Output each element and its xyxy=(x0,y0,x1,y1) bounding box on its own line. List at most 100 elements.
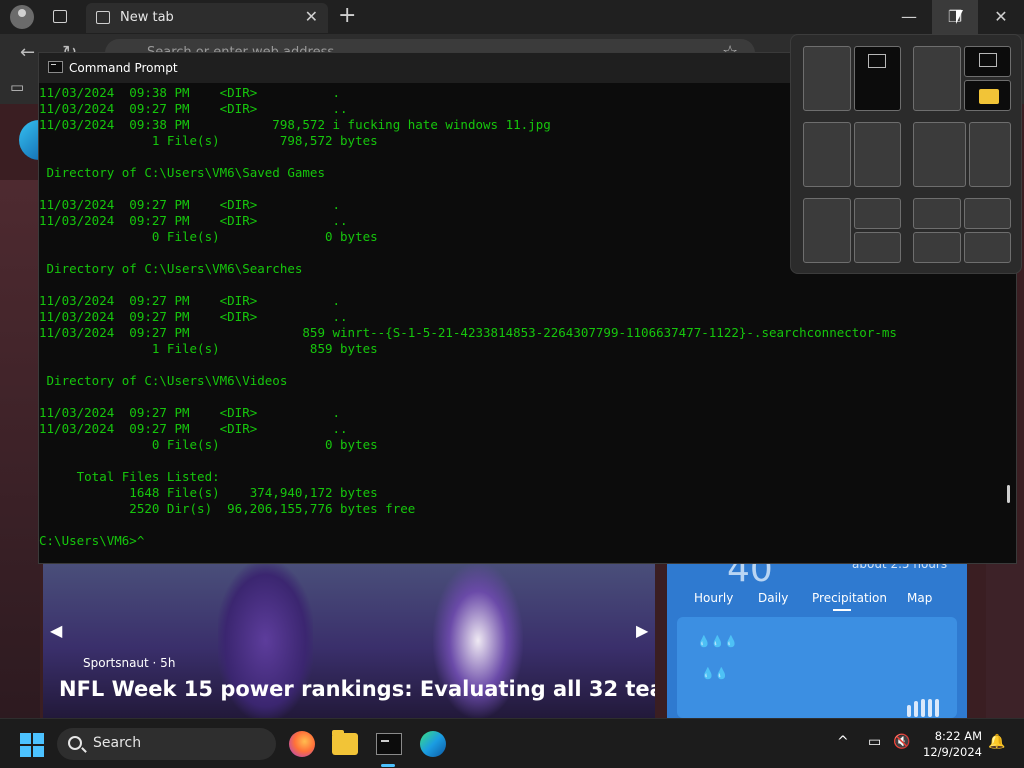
windows-logo-pane xyxy=(33,733,44,744)
weather-tab-hourly[interactable]: Hourly xyxy=(694,591,733,605)
snap-zone-left[interactable] xyxy=(803,46,851,111)
cmd-thumbnail-icon xyxy=(979,53,997,67)
cmd-output-line: 1 File(s) 859 bytes xyxy=(39,341,378,356)
clock-time: 8:22 AM xyxy=(934,729,982,743)
weather-updated: about 2.5 hours xyxy=(852,563,948,571)
cmd-output-line: 11/03/2024 09:27 PM 859 winrt--{S-1-5-21… xyxy=(39,325,897,340)
precipitation-bars xyxy=(907,697,947,717)
start-button[interactable] xyxy=(20,733,44,757)
carousel-prev-button[interactable]: ◀ xyxy=(50,621,62,640)
search-icon xyxy=(68,736,82,750)
precipitation-bar xyxy=(914,701,918,717)
minimize-button[interactable]: — xyxy=(886,0,932,34)
taskbar-search-label: Search xyxy=(93,735,142,751)
cmd-output-line: Directory of C:\Users\VM6\Videos xyxy=(39,373,288,388)
cmd-output-line: Total Files Listed: xyxy=(39,469,220,484)
background-image xyxy=(0,180,40,718)
new-tab-button[interactable]: + xyxy=(338,3,356,28)
desktop: New tab ✕ + — ❐ ✕ ← ↻ Search or enter we… xyxy=(0,0,1024,768)
cmd-output-line: Directory of C:\Users\VM6\Saved Games xyxy=(39,165,325,180)
cmd-output-line: 11/03/2024 09:27 PM <DIR> . xyxy=(39,405,341,420)
snap-zone-left[interactable] xyxy=(913,122,966,187)
firefox-icon[interactable] xyxy=(289,731,315,757)
cmd-output-line: 11/03/2024 09:27 PM <DIR> .. xyxy=(39,421,348,436)
snap-zone-right[interactable] xyxy=(969,122,1011,187)
cmd-output-line: 1648 File(s) 374,940,172 bytes xyxy=(39,485,378,500)
windows-logo-pane xyxy=(20,746,31,757)
command-prompt-taskbar-icon[interactable] xyxy=(376,733,402,755)
taskbar: Search ^ ▭ 🔇 8:22 AM 12/9/2024 🔔 xyxy=(0,718,1024,768)
tab-close-button[interactable]: ✕ xyxy=(305,7,318,26)
tab-actions-icon[interactable] xyxy=(53,10,67,23)
snap-zone-left[interactable] xyxy=(803,122,851,187)
cmd-output-line: 1 File(s) 798,572 bytes xyxy=(39,133,378,148)
file-explorer-thumbnail-icon xyxy=(979,89,999,104)
weather-card[interactable]: 40 about 2.5 hours Hourly Daily Precipit… xyxy=(667,563,967,718)
cmd-output-line: 11/03/2024 09:38 PM <DIR> . xyxy=(39,85,341,100)
cmd-output-line: Directory of C:\Users\VM6\Searches xyxy=(39,261,303,276)
precipitation-bar xyxy=(935,699,939,717)
cmd-output-line: 11/03/2024 09:27 PM <DIR> . xyxy=(39,293,341,308)
cmd-thumbnail-icon xyxy=(868,54,886,68)
weather-temperature: 40 xyxy=(727,563,773,590)
weather-tab-precipitation[interactable]: Precipitation xyxy=(812,591,887,605)
snap-zone-left[interactable] xyxy=(803,198,851,263)
weather-tabs: Hourly Daily Precipitation Map xyxy=(667,591,967,615)
weather-tab-daily[interactable]: Daily xyxy=(758,591,788,605)
snap-layouts-flyout xyxy=(790,34,1022,274)
snap-zone-bottom-right[interactable] xyxy=(854,232,901,263)
news-card[interactable]: ◀ ▶ Sportsnaut · 5h NFL Week 15 power ra… xyxy=(43,563,655,718)
cmd-output-line: C:\Users\VM6>^ xyxy=(39,533,145,548)
tray-chevron-icon[interactable]: ^ xyxy=(837,734,849,750)
folder-icon[interactable]: ▭ xyxy=(10,78,24,96)
file-explorer-icon[interactable] xyxy=(332,730,358,755)
maximize-button[interactable]: ❐ xyxy=(932,0,978,34)
notification-bell-icon[interactable]: 🔔 xyxy=(988,734,1005,750)
precipitation-bar xyxy=(921,699,925,717)
snap-zone-top-right[interactable] xyxy=(964,198,1011,229)
volume-muted-icon[interactable]: 🔇 xyxy=(893,734,910,750)
snap-zone-left[interactable] xyxy=(913,46,961,111)
snap-zone-top-right[interactable] xyxy=(854,198,901,229)
carousel-next-button[interactable]: ▶ xyxy=(636,621,648,640)
snap-zone-top-right[interactable] xyxy=(964,46,1011,77)
mouse-cursor-icon xyxy=(956,10,970,24)
weather-tab-map[interactable]: Map xyxy=(907,591,932,605)
cmd-app-icon xyxy=(48,61,63,73)
light-rain-icon: 💧💧 xyxy=(701,667,729,680)
cmd-output-line: 0 File(s) 0 bytes xyxy=(39,437,378,452)
taskbar-search-box[interactable]: Search xyxy=(57,728,276,760)
cmd-scrollbar-thumb[interactable] xyxy=(1007,485,1010,503)
snap-zone-top-left[interactable] xyxy=(913,198,961,229)
network-icon[interactable]: ▭ xyxy=(868,734,881,750)
news-source: Sportsnaut · 5h xyxy=(83,656,176,670)
news-headline[interactable]: NFL Week 15 power rankings: Evaluating a… xyxy=(59,677,655,701)
cmd-output-line: 11/03/2024 09:27 PM <DIR> .. xyxy=(39,309,348,324)
cmd-output-line: 2520 Dir(s) 96,206,155,776 bytes free xyxy=(39,501,416,516)
windows-logo-pane xyxy=(33,746,44,757)
snap-zone-bottom-left[interactable] xyxy=(913,232,961,263)
snap-zone-bottom-right[interactable] xyxy=(964,80,1011,111)
precipitation-bar xyxy=(928,699,932,717)
profile-avatar-icon[interactable] xyxy=(10,5,34,29)
active-app-indicator xyxy=(381,764,395,767)
weather-tab-indicator xyxy=(833,609,851,611)
taskbar-clock[interactable]: 8:22 AM 12/9/2024 xyxy=(918,728,982,760)
tab-new-tab[interactable]: New tab ✕ xyxy=(86,3,328,33)
new-tab-favicon-icon xyxy=(96,11,110,24)
back-arrow-icon[interactable]: ← xyxy=(20,42,35,63)
tab-title: New tab xyxy=(120,10,174,25)
snap-zone-right[interactable] xyxy=(854,122,901,187)
clock-date: 12/9/2024 xyxy=(923,745,982,759)
snap-zone-bottom-right[interactable] xyxy=(964,232,1011,263)
heavy-rain-icon: 💧💧💧 xyxy=(697,635,739,648)
browser-tab-strip: New tab ✕ + — ❐ ✕ xyxy=(0,0,1024,34)
cmd-output-line: 11/03/2024 09:27 PM <DIR> .. xyxy=(39,101,348,116)
cmd-output-line: 11/03/2024 09:27 PM <DIR> .. xyxy=(39,213,348,228)
cmd-output-line: 0 File(s) 0 bytes xyxy=(39,229,378,244)
edge-taskbar-icon[interactable] xyxy=(420,731,446,757)
snap-zone-right[interactable] xyxy=(854,46,901,111)
cmd-window-title: Command Prompt xyxy=(69,61,178,75)
close-window-button[interactable]: ✕ xyxy=(978,0,1024,34)
cmd-output-line: 11/03/2024 09:38 PM 798,572 i fucking ha… xyxy=(39,117,551,132)
